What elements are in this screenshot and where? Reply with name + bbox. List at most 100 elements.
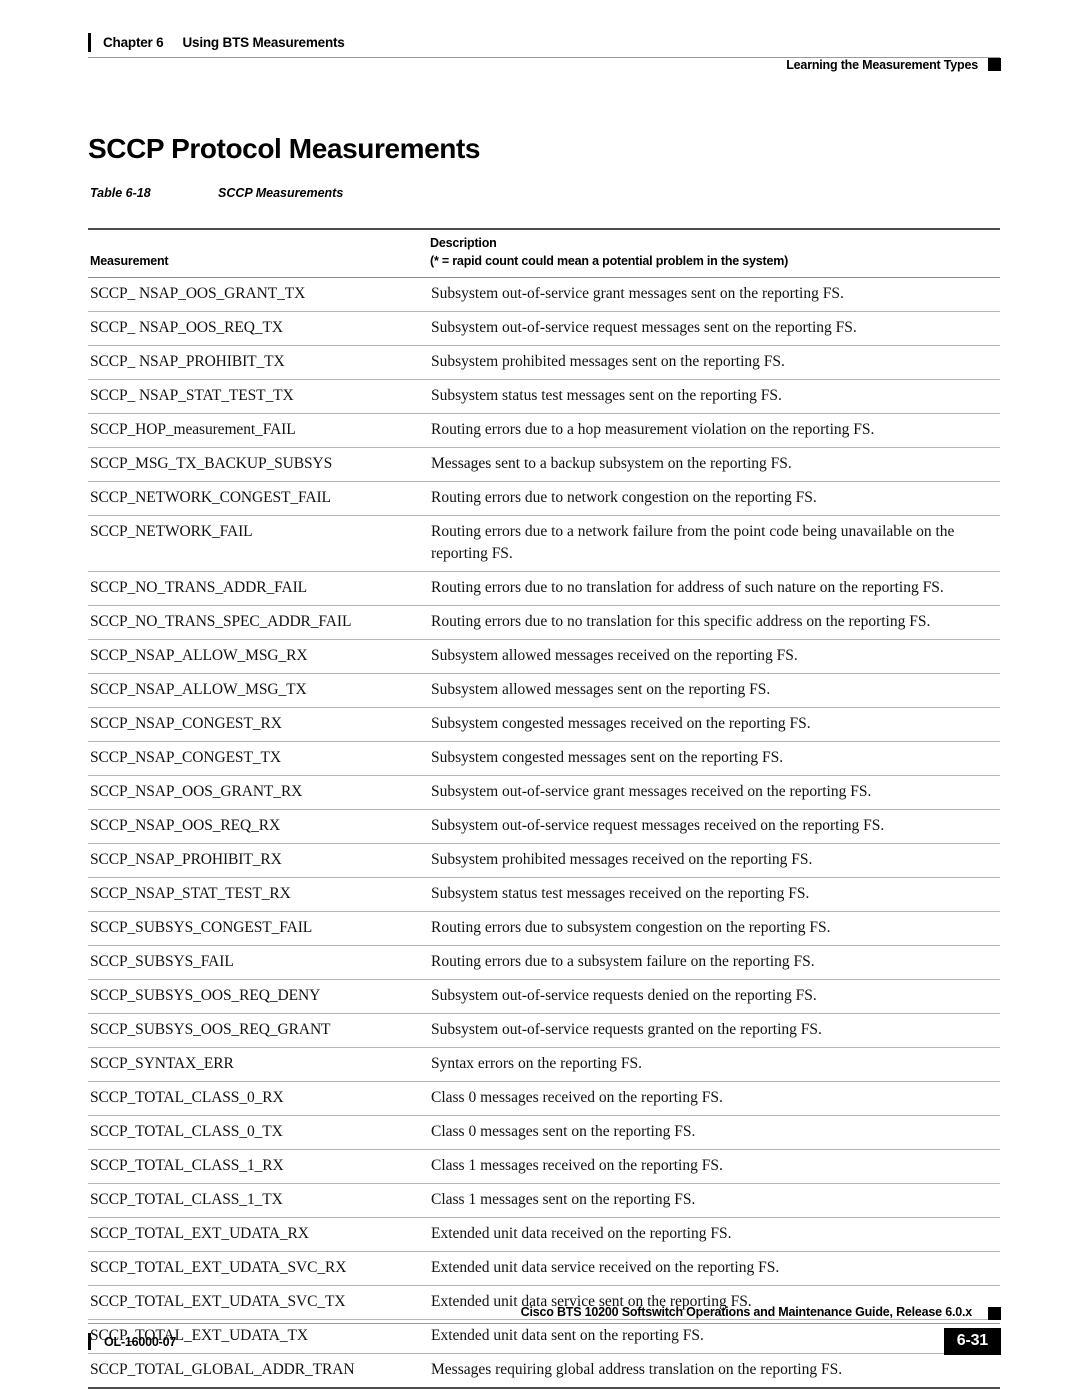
- measurement-description-cell: Routing errors due to no translation for…: [428, 571, 1000, 606]
- measurement-description-cell: Subsystem status test messages sent on t…: [428, 379, 1000, 414]
- measurement-description-cell: Subsystem allowed messages received on t…: [428, 639, 1000, 674]
- table-row: SCCP_NSAP_PROHIBIT_RX Subsystem prohibite…: [88, 843, 1000, 878]
- table-row: SCCP_NETWORK_CONGEST_FAIL Routing errors …: [88, 481, 1000, 516]
- measurement-description-cell: Class 0 messages received on the reporti…: [428, 1081, 1000, 1116]
- table-row: SCCP_NSAP_CONGEST_RX Subsystem congested …: [88, 707, 1000, 742]
- table-row: SCCP_NSAP_OOS_REQ_RX Subsystem out-of-ser…: [88, 809, 1000, 844]
- measurement-description-cell: Subsystem out-of-service request message…: [428, 311, 1000, 346]
- column-header-description-title: Description: [430, 236, 497, 250]
- measurement-name-cell: SCCP_TOTAL_EXT_UDATA_SVC_RX: [88, 1251, 428, 1286]
- measurement-name-cell: SCCP_TOTAL_CLASS_1_TX: [88, 1183, 428, 1218]
- measurement-name-cell: SCCP_SUBSYS_OOS_REQ_DENY: [88, 979, 428, 1014]
- footer-square-marker-icon: [988, 1307, 1001, 1320]
- measurement-description-cell: Subsystem out-of-service grant messages …: [428, 775, 1000, 810]
- table-row: SCCP_TOTAL_CLASS_0_RX Class 0 messages re…: [88, 1081, 1000, 1116]
- measurement-name-cell: SCCP_ NSAP_PROHIBIT_TX: [88, 345, 428, 380]
- table-row: SCCP_ NSAP_OOS_GRANT_TX Subsystem out-of-…: [88, 277, 1000, 312]
- table-row: SCCP_ NSAP_OOS_REQ_TX Subsystem out-of-se…: [88, 311, 1000, 346]
- footer-page-number: 6-31: [943, 1328, 1001, 1355]
- table-row: SCCP_SYNTAX_ERR Syntax errors on the repo…: [88, 1047, 1000, 1082]
- table-row: SCCP_NSAP_ALLOW_MSG_TX Subsystem allowed …: [88, 673, 1000, 708]
- measurement-name-cell: SCCP_ NSAP_STAT_TEST_TX: [88, 379, 428, 414]
- measurement-name-cell: SCCP_NO_TRANS_ADDR_FAIL: [88, 571, 428, 606]
- table-row: SCCP_HOP_measurement_FAIL Routing errors …: [88, 413, 1000, 448]
- measurement-description-cell: Routing errors due to a subsystem failur…: [428, 945, 1000, 980]
- table-caption-name: SCCP Measurements: [218, 186, 344, 200]
- table-row: SCCP_NO_TRANS_SPEC_ADDR_FAIL Routing erro…: [88, 605, 1000, 640]
- measurement-description-cell: Routing errors due to a network failure …: [428, 515, 1000, 572]
- table-row: SCCP_NSAP_STAT_TEST_RX Subsystem status t…: [88, 877, 1000, 912]
- measurement-description-cell: Subsystem out-of-service request message…: [428, 809, 1000, 844]
- measurement-description-cell: Class 1 messages sent on the reporting F…: [428, 1183, 1000, 1218]
- measurement-description-cell: Subsystem status test messages received …: [428, 877, 1000, 912]
- table-row: SCCP_TOTAL_CLASS_0_TX Class 0 messages se…: [88, 1115, 1000, 1150]
- page-header: Chapter 6 Using BTS Measurements Learnin…: [0, 0, 1080, 92]
- measurement-name-cell: SCCP_ NSAP_OOS_REQ_TX: [88, 311, 428, 346]
- measurement-name-cell: SCCP_SYNTAX_ERR: [88, 1047, 428, 1082]
- table-header-row: Measurement Description (* = rapid count…: [88, 228, 1000, 278]
- measurement-name-cell: SCCP_NSAP_OOS_GRANT_RX: [88, 775, 428, 810]
- measurement-description-cell: Extended unit data received on the repor…: [428, 1217, 1000, 1252]
- table-row: SCCP_TOTAL_CLASS_1_RX Class 1 messages re…: [88, 1149, 1000, 1184]
- measurement-description-cell: Syntax errors on the reporting FS.: [428, 1047, 1000, 1082]
- column-header-description-note: (* = rapid count could mean a potential …: [430, 253, 789, 268]
- measurement-name-cell: SCCP_NSAP_ALLOW_MSG_RX: [88, 639, 428, 674]
- measurement-description-cell: Routing errors due to subsystem congesti…: [428, 911, 1000, 946]
- table-body: SCCP_ NSAP_OOS_GRANT_TX Subsystem out-of-…: [88, 277, 1000, 1389]
- footer-docid-line: OL-16000-07: [88, 1333, 176, 1350]
- measurement-name-cell: SCCP_NETWORK_FAIL: [88, 515, 428, 572]
- header-square-marker-icon: [988, 58, 1001, 71]
- table-row: SCCP_SUBSYS_OOS_REQ_GRANT Subsystem out-o…: [88, 1013, 1000, 1048]
- measurement-description-cell: Routing errors due to network congestion…: [428, 481, 1000, 516]
- footer-document-id: OL-16000-07: [104, 1334, 177, 1349]
- header-chapter-title: Using BTS Measurements: [182, 35, 345, 50]
- column-header-measurement: Measurement: [88, 228, 428, 278]
- measurement-description-cell: Class 1 messages received on the reporti…: [428, 1149, 1000, 1184]
- table-row: SCCP_SUBSYS_OOS_REQ_DENY Subsystem out-of…: [88, 979, 1000, 1014]
- measurement-name-cell: SCCP_ NSAP_OOS_GRANT_TX: [88, 277, 428, 312]
- measurement-name-cell: SCCP_NSAP_ALLOW_MSG_TX: [88, 673, 428, 708]
- measurement-description-cell: Subsystem congested messages received on…: [428, 707, 1000, 742]
- table-row: SCCP_ NSAP_PROHIBIT_TX Subsystem prohibit…: [88, 345, 1000, 380]
- table-row: SCCP_NO_TRANS_ADDR_FAIL Routing errors du…: [88, 571, 1000, 606]
- header-chapter-number: Chapter 6: [103, 35, 164, 50]
- table-row: SCCP_NSAP_ALLOW_MSG_RX Subsystem allowed …: [88, 639, 1000, 674]
- measurement-name-cell: SCCP_NSAP_CONGEST_TX: [88, 741, 428, 776]
- table-row: SCCP_NSAP_CONGEST_TX Subsystem congested …: [88, 741, 1000, 776]
- measurement-name-cell: SCCP_SUBSYS_FAIL: [88, 945, 428, 980]
- measurement-name-cell: SCCP_SUBSYS_OOS_REQ_GRANT: [88, 1013, 428, 1048]
- measurement-description-cell: Routing errors due to no translation for…: [428, 605, 1000, 640]
- table-row: SCCP_NETWORK_FAIL Routing errors due to a…: [88, 515, 1000, 572]
- page-title: SCCP Protocol Measurements: [88, 133, 481, 164]
- measurement-name-cell: SCCP_NSAP_PROHIBIT_RX: [88, 843, 428, 878]
- sccp-measurements-table: Measurement Description (* = rapid count…: [88, 228, 1000, 1389]
- measurement-description-cell: Subsystem allowed messages sent on the r…: [428, 673, 1000, 708]
- measurement-description-cell: Messages sent to a backup subsystem on t…: [428, 447, 1000, 482]
- footer-divider: [88, 1323, 1000, 1324]
- measurement-name-cell: SCCP_NO_TRANS_SPEC_ADDR_FAIL: [88, 605, 428, 640]
- page-footer: Cisco BTS 10200 Softswitch Operations an…: [0, 1287, 1080, 1397]
- header-section-title: Learning the Measurement Types: [786, 58, 978, 72]
- measurement-description-cell: Subsystem out-of-service requests grante…: [428, 1013, 1000, 1048]
- measurement-name-cell: SCCP_NSAP_STAT_TEST_RX: [88, 877, 428, 912]
- header-chapter-line: Chapter 6 Using BTS Measurements: [88, 33, 345, 52]
- table-row: SCCP_SUBSYS_CONGEST_FAIL Routing errors d…: [88, 911, 1000, 946]
- measurement-name-cell: SCCP_TOTAL_EXT_UDATA_RX: [88, 1217, 428, 1252]
- measurement-description-cell: Subsystem congested messages sent on the…: [428, 741, 1000, 776]
- measurement-name-cell: SCCP_MSG_TX_BACKUP_SUBSYS: [88, 447, 428, 482]
- table-row: SCCP_MSG_TX_BACKUP_SUBSYS Messages sent t…: [88, 447, 1000, 482]
- footer-change-bar-marker-icon: [88, 1333, 91, 1350]
- measurement-name-cell: SCCP_HOP_measurement_FAIL: [88, 413, 428, 448]
- measurement-name-cell: SCCP_NSAP_CONGEST_RX: [88, 707, 428, 742]
- measurement-name-cell: SCCP_TOTAL_CLASS_0_RX: [88, 1081, 428, 1116]
- footer-guide-title: Cisco BTS 10200 Softswitch Operations an…: [520, 1305, 973, 1319]
- measurement-name-cell: SCCP_NSAP_OOS_REQ_RX: [88, 809, 428, 844]
- measurement-description-cell: Extended unit data service received on t…: [428, 1251, 1000, 1286]
- table-row: SCCP_TOTAL_EXT_UDATA_SVC_RX Extended unit…: [88, 1251, 1000, 1286]
- table-caption-number: Table 6-18: [90, 186, 151, 200]
- measurement-name-cell: SCCP_TOTAL_CLASS_0_TX: [88, 1115, 428, 1150]
- table-row: SCCP_SUBSYS_FAIL Routing errors due to a …: [88, 945, 1000, 980]
- measurement-description-cell: Subsystem out-of-service requests denied…: [428, 979, 1000, 1014]
- table-row: SCCP_TOTAL_EXT_UDATA_RX Extended unit dat…: [88, 1217, 1000, 1252]
- table-caption: Table 6-18 SCCP Measurements: [90, 186, 343, 200]
